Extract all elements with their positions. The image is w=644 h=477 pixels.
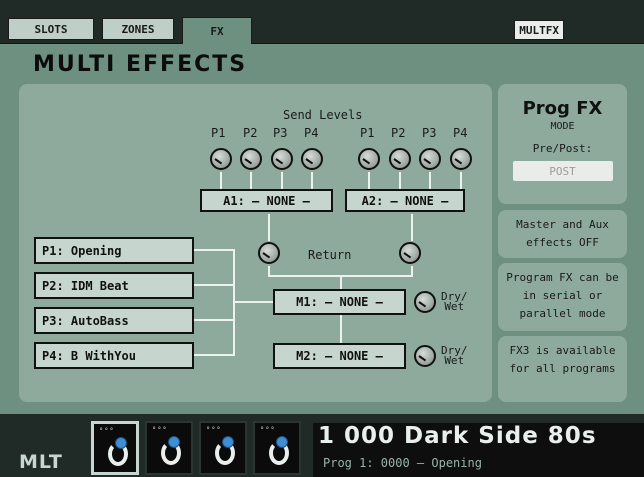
multi-effects-screen: SLOTS ZONES FX MULTFX MULTI EFFECTS Send… bbox=[0, 0, 644, 477]
multi-slot-1[interactable]: °°° bbox=[91, 421, 139, 475]
slot-dots: °°° bbox=[152, 426, 168, 434]
slot-dot-icon bbox=[115, 437, 127, 449]
send-b-label-p2: P2 bbox=[391, 126, 406, 140]
return-line bbox=[268, 214, 270, 241]
send-levels-title: Send Levels bbox=[283, 108, 363, 122]
send-a-label-p1: P1 bbox=[211, 126, 226, 140]
slot-dot-icon bbox=[276, 436, 288, 448]
multi-slot-4[interactable]: °°° bbox=[253, 421, 301, 475]
send-a-p4-knob[interactable] bbox=[301, 148, 323, 170]
return-a1-knob[interactable] bbox=[258, 242, 280, 264]
send-line bbox=[460, 172, 462, 189]
program-bus-line bbox=[194, 249, 234, 251]
prog-fx-mode-panel: Prog FX MODE Pre/Post: POST bbox=[498, 84, 627, 204]
program-bus-line bbox=[194, 354, 234, 356]
master-fx-m2-slot[interactable]: M2: – NONE – bbox=[273, 343, 406, 369]
prog-fx-title: Prog FX bbox=[522, 98, 603, 119]
send-a-p1-knob[interactable] bbox=[210, 148, 232, 170]
slot-dot-icon bbox=[168, 436, 180, 448]
program-bus-line bbox=[194, 284, 234, 286]
return-a2-knob[interactable] bbox=[399, 242, 421, 264]
program-name: 1 000 Dark Side 80s bbox=[318, 423, 597, 449]
send-b-p1-knob[interactable] bbox=[358, 148, 380, 170]
master-aux-info-panel: Master and Aux effects OFF bbox=[498, 210, 627, 258]
send-line bbox=[250, 172, 252, 189]
send-b-p4-knob[interactable] bbox=[450, 148, 472, 170]
master-fx-m1-slot[interactable]: M1: – NONE – bbox=[273, 289, 406, 315]
multfx-button[interactable]: MULTFX bbox=[514, 20, 564, 40]
aux-fx-a1-slot[interactable]: A1: – NONE – bbox=[200, 189, 333, 212]
drywet-m2-label: Dry/Wet bbox=[441, 344, 468, 367]
return-label: Return bbox=[308, 248, 352, 262]
fx3-info-panel: FX3 is available for all programs bbox=[498, 336, 627, 402]
send-line bbox=[311, 172, 313, 189]
send-b-label-p4: P4 bbox=[453, 126, 468, 140]
send-a-p3-knob[interactable] bbox=[271, 148, 293, 170]
multi-slot-2[interactable]: °°° bbox=[145, 421, 193, 475]
tab-slots[interactable]: SLOTS bbox=[8, 18, 94, 40]
multi-slot-3[interactable]: °°° bbox=[199, 421, 247, 475]
send-a-p2-knob[interactable] bbox=[240, 148, 262, 170]
send-line bbox=[220, 172, 222, 189]
send-line bbox=[281, 172, 283, 189]
mode-label: MLT bbox=[19, 451, 63, 473]
program-fx-p2[interactable]: P2: IDM Beat bbox=[34, 272, 194, 299]
tab-fx[interactable]: FX bbox=[182, 17, 252, 44]
send-line bbox=[399, 172, 401, 189]
slot-dot-icon bbox=[222, 436, 234, 448]
aux-fx-a2-slot[interactable]: A2: – NONE – bbox=[345, 189, 465, 212]
program-fx-info-panel: Program FX can be in serial or parallel … bbox=[498, 263, 627, 331]
send-b-label-p3: P3 bbox=[422, 126, 437, 140]
drywet-m1-knob[interactable] bbox=[414, 291, 436, 313]
program-fx-p1[interactable]: P1: Opening bbox=[34, 237, 194, 264]
send-b-p2-knob[interactable] bbox=[389, 148, 411, 170]
slot-dots: °°° bbox=[206, 426, 222, 434]
send-line bbox=[368, 172, 370, 189]
send-a-label-p4: P4 bbox=[304, 126, 319, 140]
send-b-label-p1: P1 bbox=[360, 126, 375, 140]
slot-dots: °°° bbox=[99, 427, 115, 435]
send-line bbox=[429, 172, 431, 189]
prog-fx-mode-label: MODE bbox=[550, 121, 575, 132]
drywet-m2-knob[interactable] bbox=[414, 345, 436, 367]
program-bus-line bbox=[194, 319, 234, 321]
return-line bbox=[411, 214, 413, 241]
tab-zones[interactable]: ZONES bbox=[102, 18, 174, 40]
program-bus-line bbox=[233, 301, 273, 303]
page-title: MULTI EFFECTS bbox=[33, 52, 248, 77]
return-bus-line bbox=[340, 275, 342, 289]
drywet-m1-label: Dry/Wet bbox=[441, 290, 468, 313]
master-chain-line bbox=[340, 315, 342, 343]
slot-dots: °°° bbox=[260, 426, 276, 434]
send-b-p3-knob[interactable] bbox=[419, 148, 441, 170]
pre-post-selector[interactable]: POST bbox=[512, 161, 613, 181]
program-fx-p4[interactable]: P4: B WithYou bbox=[34, 342, 194, 369]
program-fx-p3[interactable]: P3: AutoBass bbox=[34, 307, 194, 334]
program-subtitle: Prog 1: 0000 – Opening bbox=[323, 456, 482, 470]
send-a-label-p3: P3 bbox=[273, 126, 288, 140]
pre-post-label: Pre/Post: bbox=[532, 142, 593, 155]
send-a-label-p2: P2 bbox=[243, 126, 258, 140]
